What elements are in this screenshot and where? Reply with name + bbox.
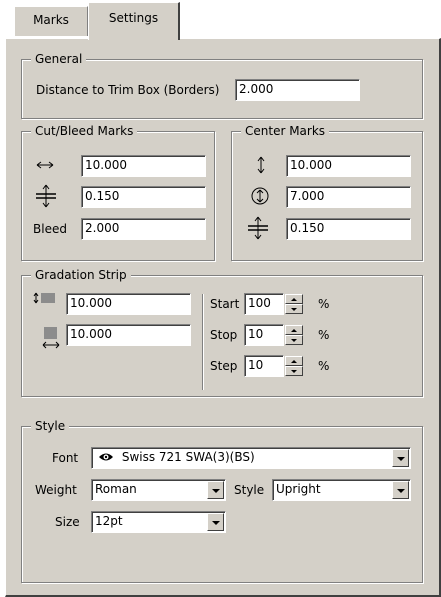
size-select[interactable]: 12pt bbox=[91, 511, 226, 533]
chevron-down-icon bbox=[397, 457, 405, 461]
start-label: Start bbox=[210, 297, 240, 311]
start-percent: % bbox=[318, 297, 330, 311]
step-percent: % bbox=[318, 359, 330, 373]
stop-spinner[interactable] bbox=[285, 325, 303, 345]
gradation-height-input[interactable]: 10.000 bbox=[66, 293, 191, 315]
chevron-down-icon bbox=[397, 489, 405, 493]
font-select-value: Swiss 721 SWA(3)(BS) bbox=[121, 450, 255, 464]
gradation-width-input[interactable]: 10.000 bbox=[66, 324, 191, 346]
tab-bar: Marks Settings bbox=[0, 0, 441, 40]
style-label: Style bbox=[234, 483, 265, 497]
center-marks-group: Center Marks 10.000 7.000 0.150 bbox=[231, 123, 423, 261]
stop-spin-down[interactable] bbox=[285, 335, 303, 345]
settings-panel: General Distance to Trim Box (Borders) 2… bbox=[5, 38, 441, 597]
size-label: Size bbox=[55, 515, 80, 529]
center-width-input[interactable]: 0.150 bbox=[286, 218, 411, 240]
bleed-label: Bleed bbox=[33, 222, 67, 236]
cut-width-input[interactable]: 0.150 bbox=[81, 186, 206, 208]
font-select[interactable]: Swiss 721 SWA(3)(BS) bbox=[91, 447, 411, 469]
circled-arrow-icon bbox=[250, 187, 270, 208]
bleed-input[interactable]: 2.000 bbox=[81, 218, 206, 240]
cut-length-input[interactable]: 10.000 bbox=[81, 155, 206, 177]
chevron-down-icon bbox=[212, 521, 220, 525]
gradation-strip-group: Gradation Strip 10.000 10.000 Start 100 … bbox=[21, 267, 423, 397]
horizontal-arrow-icon bbox=[36, 159, 54, 173]
weight-select-value: Roman bbox=[95, 482, 137, 496]
step-spin-down[interactable] bbox=[285, 366, 303, 376]
step-spin-up[interactable] bbox=[285, 356, 303, 366]
weight-dropdown-button[interactable] bbox=[207, 481, 224, 499]
weight-label: Weight bbox=[35, 483, 77, 497]
stop-spin-up[interactable] bbox=[285, 325, 303, 335]
step-input[interactable]: 10 bbox=[244, 355, 284, 377]
tab-marks[interactable]: Marks bbox=[14, 6, 88, 36]
stop-input[interactable]: 10 bbox=[244, 324, 284, 346]
stop-label: Stop bbox=[210, 328, 238, 342]
trim-distance-input[interactable]: 2.000 bbox=[235, 79, 360, 101]
cross-width-icon bbox=[35, 184, 57, 211]
eye-icon bbox=[98, 450, 114, 462]
general-legend: General bbox=[31, 51, 87, 67]
start-input[interactable]: 100 bbox=[244, 293, 284, 315]
start-spinner[interactable] bbox=[285, 294, 303, 314]
style-select[interactable]: Upright bbox=[272, 479, 411, 501]
swatch-width-icon bbox=[42, 326, 60, 353]
cut-bleed-legend: Cut/Bleed Marks bbox=[31, 123, 138, 139]
start-spin-down[interactable] bbox=[285, 304, 303, 314]
step-spinner[interactable] bbox=[285, 356, 303, 376]
trim-distance-label: Distance to Trim Box (Borders) bbox=[36, 83, 220, 97]
style-dropdown-button[interactable] bbox=[392, 481, 409, 499]
style-legend: Style bbox=[31, 418, 70, 434]
weight-select[interactable]: Roman bbox=[91, 479, 226, 501]
font-label: Font bbox=[52, 451, 79, 465]
center-length-input[interactable]: 10.000 bbox=[286, 155, 411, 177]
style-select-value: Upright bbox=[276, 482, 321, 496]
vertical-arrow-icon bbox=[256, 156, 266, 177]
gradation-divider bbox=[202, 294, 204, 390]
step-label: Step bbox=[210, 359, 238, 373]
stop-percent: % bbox=[318, 328, 330, 342]
center-cross-width-icon bbox=[247, 216, 269, 243]
chevron-down-icon bbox=[212, 489, 220, 493]
cut-bleed-group: Cut/Bleed Marks 10.000 0.150 Bleed 2.000 bbox=[21, 123, 215, 261]
font-dropdown-button[interactable] bbox=[392, 449, 409, 467]
center-size-input[interactable]: 7.000 bbox=[286, 186, 411, 208]
start-spin-up[interactable] bbox=[285, 294, 303, 304]
size-dropdown-button[interactable] bbox=[207, 513, 224, 531]
style-group: Style Font Swiss 721 SWA(3)(BS) Weight R… bbox=[21, 418, 423, 583]
swatch-height-icon bbox=[33, 291, 59, 310]
tab-settings[interactable]: Settings bbox=[88, 2, 180, 40]
gradation-legend: Gradation Strip bbox=[31, 267, 131, 283]
center-marks-legend: Center Marks bbox=[241, 123, 330, 139]
general-group: General Distance to Trim Box (Borders) 2… bbox=[21, 51, 423, 119]
size-select-value: 12pt bbox=[95, 514, 123, 528]
